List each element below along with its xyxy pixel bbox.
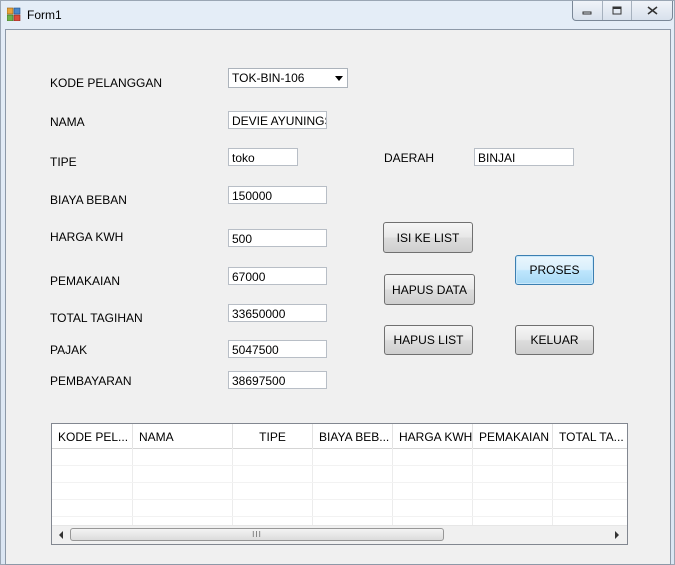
app-form-icon bbox=[7, 7, 21, 21]
pemakaian-label: PEMAKAIAN bbox=[50, 274, 121, 288]
grid-line bbox=[472, 448, 473, 526]
chevron-down-icon[interactable] bbox=[335, 76, 343, 81]
kode-pelanggan-label: KODE PELANGGAN bbox=[50, 76, 163, 90]
pemakaian-input[interactable]: 67000 bbox=[228, 267, 327, 285]
daerah-input[interactable]: BINJAI bbox=[474, 148, 574, 166]
minimize-button[interactable] bbox=[573, 1, 602, 20]
scroll-grip: III bbox=[252, 530, 262, 539]
biaya-beban-input[interactable]: 150000 bbox=[228, 186, 327, 204]
maximize-button[interactable] bbox=[601, 1, 632, 20]
total-tagihan-input[interactable]: 33650000 bbox=[228, 304, 327, 322]
column-header-biaya-beban[interactable]: BIAYA BEB... bbox=[313, 424, 393, 448]
close-icon bbox=[647, 6, 658, 15]
pembayaran-input[interactable]: 38697500 bbox=[228, 371, 327, 389]
column-header-pemakaian[interactable]: PEMAKAIAN bbox=[473, 424, 553, 448]
grid-line bbox=[552, 448, 553, 526]
hapus-list-button[interactable]: HAPUS LIST bbox=[384, 325, 473, 355]
daerah-label: DAERAH bbox=[384, 151, 435, 165]
arrow-right-icon bbox=[614, 530, 619, 539]
harga-kwh-input[interactable]: 500 bbox=[228, 229, 327, 247]
scroll-right-arrow[interactable] bbox=[608, 526, 625, 543]
grid-line bbox=[312, 448, 313, 526]
scroll-left-arrow[interactable] bbox=[52, 526, 69, 543]
column-header-tipe[interactable]: TIPE bbox=[233, 424, 313, 448]
column-header-nama[interactable]: NAMA bbox=[133, 424, 233, 448]
column-header-total-tagihan[interactable]: TOTAL TA... bbox=[553, 424, 627, 448]
window-title: Form1 bbox=[27, 8, 62, 22]
listview-body[interactable] bbox=[52, 448, 627, 526]
application-window: Form1 KODE PELANGGAN NAMA TIPE DAERAH BI… bbox=[0, 0, 675, 565]
hapus-data-button[interactable]: HAPUS DATA bbox=[384, 274, 475, 305]
grid-line bbox=[132, 448, 133, 526]
listview-header: KODE PEL... NAMA TIPE BIAYA BEB... HARGA… bbox=[52, 424, 627, 449]
grid-line bbox=[52, 499, 627, 500]
pembayaran-label: PEMBAYARAN bbox=[50, 374, 132, 388]
scroll-thumb[interactable]: III bbox=[70, 528, 444, 541]
nama-label: NAMA bbox=[50, 115, 85, 129]
kode-pelanggan-value: TOK-BIN-106 bbox=[232, 71, 305, 85]
arrow-left-icon bbox=[58, 530, 63, 539]
window-controls bbox=[572, 1, 673, 21]
proses-button[interactable]: PROSES bbox=[515, 255, 594, 285]
grid-line bbox=[232, 448, 233, 526]
keluar-button[interactable]: KELUAR bbox=[515, 325, 594, 355]
isi-ke-list-button[interactable]: ISI KE LIST bbox=[383, 222, 473, 253]
grid-line bbox=[52, 516, 627, 517]
grid-line bbox=[392, 448, 393, 526]
data-listview[interactable]: KODE PEL... NAMA TIPE BIAYA BEB... HARGA… bbox=[51, 423, 628, 545]
minimize-icon bbox=[582, 11, 592, 14]
tipe-label: TIPE bbox=[50, 155, 77, 169]
biaya-beban-label: BIAYA BEBAN bbox=[50, 193, 127, 207]
column-header-harga-kwh[interactable]: HARGA KWH bbox=[393, 424, 473, 448]
form-client-area: KODE PELANGGAN NAMA TIPE DAERAH BIAYA BE… bbox=[5, 29, 671, 565]
grid-line bbox=[52, 465, 627, 466]
total-tagihan-label: TOTAL TAGIHAN bbox=[50, 311, 143, 325]
column-header-kode-pelanggan[interactable]: KODE PEL... bbox=[52, 424, 133, 448]
maximize-icon bbox=[612, 6, 622, 15]
harga-kwh-label: HARGA KWH bbox=[50, 230, 124, 244]
pajak-label: PAJAK bbox=[50, 343, 88, 357]
close-button[interactable] bbox=[631, 1, 672, 20]
title-bar[interactable]: Form1 bbox=[1, 1, 674, 28]
grid-line bbox=[52, 482, 627, 483]
nama-input[interactable]: DEVIE AYUNINGSI bbox=[228, 111, 327, 129]
horizontal-scrollbar[interactable]: III bbox=[52, 525, 627, 544]
tipe-input[interactable]: toko bbox=[228, 148, 298, 166]
kode-pelanggan-combobox[interactable]: TOK-BIN-106 bbox=[228, 68, 348, 88]
pajak-input[interactable]: 5047500 bbox=[228, 340, 327, 358]
